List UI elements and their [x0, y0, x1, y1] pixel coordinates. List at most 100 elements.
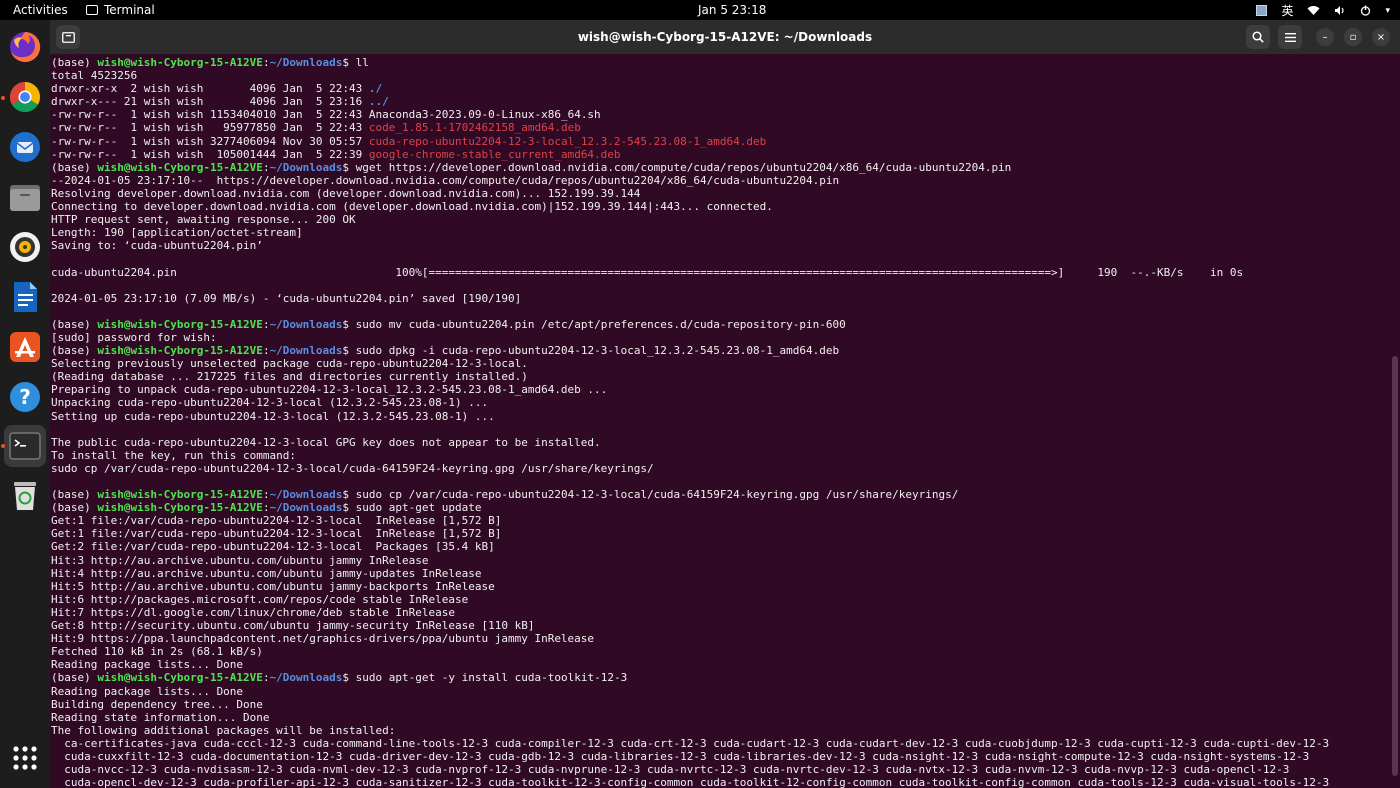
output-line: Resolving developer.download.nvidia.com … — [51, 187, 1390, 200]
running-indicator — [1, 96, 5, 100]
wifi-icon[interactable] — [1307, 5, 1320, 16]
prompt-dollar: $ — [342, 344, 356, 358]
output-line: Reading package lists... Done — [51, 658, 1390, 671]
prompt-path: ~/Downloads — [269, 501, 343, 515]
dock-item-rhythmbox[interactable] — [7, 229, 43, 265]
command-text: ll — [355, 56, 369, 69]
maximize-button[interactable]: ▫ — [1344, 28, 1362, 46]
output-line: cuda-cuxxfilt-12-3 cuda-documentation-12… — [51, 750, 1390, 763]
prompt-line: (base) wish@wish-Cyborg-15-A12VE:~/Downl… — [51, 501, 1390, 514]
output-text: Hit:9 https://ppa.launchpadcontent.net/g… — [51, 632, 595, 646]
prompt-dollar: $ — [342, 671, 356, 685]
prompt-separator: : — [262, 671, 270, 685]
prompt-separator: : — [262, 488, 270, 502]
app-menu-label: Terminal — [104, 3, 155, 17]
output-text: Get:1 file:/var/cuda-repo-ubuntu2204-12-… — [51, 514, 502, 528]
ls-meta: -rw-rw-r-- 1 wish wish 95977850 Jan 5 22… — [51, 121, 369, 135]
ime-label[interactable]: 英 — [1281, 2, 1293, 19]
prompt-path: ~/Downloads — [269, 56, 343, 69]
prompt-env: (base) — [51, 501, 98, 515]
output-line: Get:8 http://security.ubuntu.com/ubuntu … — [51, 619, 1390, 632]
output-line: Hit:5 http://au.archive.ubuntu.com/ubunt… — [51, 580, 1390, 593]
search-button[interactable] — [1246, 25, 1270, 49]
output-text: To install the key, run this command: — [51, 448, 297, 462]
output-text: cuda-opencl-dev-12-3 cuda-profiler-api-1… — [51, 776, 1330, 788]
output-text: cuda-cuxxfilt-12-3 cuda-documentation-12… — [51, 749, 1310, 763]
prompt-user-host: wish@wish-Cyborg-15-A12VE — [97, 488, 263, 502]
output-line: 2024-01-05 23:17:10 (7.09 MB/s) - ‘cuda-… — [51, 292, 1390, 305]
dock-item-show-apps[interactable] — [7, 740, 43, 776]
command-text: sudo apt-get -y install cuda-toolkit-12-… — [355, 671, 628, 685]
dock-item-files[interactable] — [7, 179, 43, 215]
dock-item-thunderbird[interactable] — [7, 129, 43, 165]
system-tray[interactable]: 英 ▾ — [1256, 2, 1390, 19]
prompt-separator: : — [262, 501, 270, 515]
dock-item-firefox[interactable] — [7, 29, 43, 65]
prompt-user-host: wish@wish-Cyborg-15-A12VE — [97, 501, 263, 515]
prompt-env: (base) — [51, 56, 98, 69]
ls-entry: drwxr-x--- 21 wish wish 4096 Jan 5 23:16… — [51, 95, 1390, 108]
ls-entry: -rw-rw-r-- 1 wish wish 105001444 Jan 5 2… — [51, 148, 1390, 161]
output-text: cuda-nvcc-12-3 cuda-nvdisasm-12-3 cuda-n… — [51, 763, 1290, 777]
dock-item-software[interactable] — [7, 329, 43, 365]
dock-item-terminal[interactable] — [1, 425, 46, 467]
prompt-separator: : — [262, 317, 270, 331]
chevron-down-icon[interactable]: ▾ — [1385, 6, 1390, 16]
output-line: Preparing to unpack cuda-repo-ubuntu2204… — [51, 383, 1390, 396]
window-titlebar[interactable]: wish@wish-Cyborg-15-A12VE: ~/Downloads –… — [50, 20, 1400, 54]
output-line: ca-certificates-java cuda-cccl-12-3 cuda… — [51, 737, 1390, 750]
ls-meta: drwxr-xr-x 2 wish wish 4096 Jan 5 22:43 — [51, 82, 369, 96]
prompt-user-host: wish@wish-Cyborg-15-A12VE — [97, 344, 263, 358]
prompt-env: (base) — [51, 344, 98, 358]
output-text: Hit:6 http://packages.microsoft.com/repo… — [51, 592, 469, 606]
writer-icon — [14, 282, 37, 312]
menu-button[interactable] — [1278, 25, 1302, 49]
output-line: cuda-nvcc-12-3 cuda-nvdisasm-12-3 cuda-n… — [51, 763, 1390, 776]
ime-indicator-icon[interactable] — [1256, 5, 1268, 16]
prompt-env: (base) — [51, 160, 98, 174]
output-line: Saving to: ‘cuda-ubuntu2204.pin’ — [51, 239, 1390, 252]
volume-icon[interactable] — [1334, 5, 1346, 16]
output-text: Get:1 file:/var/cuda-repo-ubuntu2204-12-… — [51, 527, 502, 541]
ls-filename: Anaconda3-2023.09-0-Linux-x86_64.sh — [368, 108, 601, 122]
output-text: The following additional packages will b… — [51, 723, 396, 737]
app-grid-icon — [13, 746, 37, 770]
trash-icon — [14, 482, 36, 510]
command-text: sudo mv cuda-ubuntu2204.pin /etc/apt/pre… — [355, 317, 846, 331]
svg-text:?: ? — [19, 385, 31, 409]
prompt-path: ~/Downloads — [269, 488, 343, 502]
running-indicator — [1, 444, 5, 448]
activities-button[interactable]: Activities — [13, 3, 68, 17]
terminal-window: wish@wish-Cyborg-15-A12VE: ~/Downloads –… — [50, 20, 1400, 788]
close-button[interactable]: × — [1372, 28, 1390, 46]
app-menu[interactable]: Terminal — [86, 3, 155, 17]
dock: ? — [0, 20, 50, 788]
thunderbird-icon — [10, 132, 40, 162]
scrollbar[interactable] — [1392, 56, 1398, 784]
terminal-output[interactable]: (base) wish@wish-Cyborg-15-A12VE:~/Downl… — [50, 54, 1390, 788]
help-icon: ? — [10, 382, 40, 412]
prompt-user-host: wish@wish-Cyborg-15-A12VE — [97, 671, 263, 685]
output-text: Reading state information... Done — [51, 710, 270, 724]
ls-filename: ./ — [368, 82, 383, 96]
dock-item-trash[interactable] — [7, 477, 43, 513]
dock-item-writer[interactable] — [7, 279, 43, 315]
dock-item-chrome[interactable] — [1, 79, 43, 115]
output-line: Hit:9 https://ppa.launchpadcontent.net/g… — [51, 632, 1390, 645]
prompt-line: (base) wish@wish-Cyborg-15-A12VE:~/Downl… — [51, 56, 1390, 69]
dock-item-help[interactable]: ? — [7, 379, 43, 415]
output-text: Setting up cuda-repo-ubuntu2204-12-3-loc… — [51, 409, 495, 423]
minimize-button[interactable]: – — [1316, 28, 1334, 46]
prompt-line: (base) wish@wish-Cyborg-15-A12VE:~/Downl… — [51, 318, 1390, 331]
clock[interactable]: Jan 5 23:18 — [698, 3, 766, 17]
output-line: Connecting to developer.download.nvidia.… — [51, 200, 1390, 213]
scrollbar-thumb[interactable] — [1392, 356, 1398, 776]
output-text: Hit:4 http://au.archive.ubuntu.com/ubunt… — [51, 566, 482, 580]
power-icon[interactable] — [1360, 5, 1371, 16]
prompt-dollar: $ — [342, 501, 356, 515]
prompt-separator: : — [262, 56, 270, 69]
prompt-line: (base) wish@wish-Cyborg-15-A12VE:~/Downl… — [51, 671, 1390, 684]
output-line: Setting up cuda-repo-ubuntu2204-12-3-loc… — [51, 410, 1390, 423]
